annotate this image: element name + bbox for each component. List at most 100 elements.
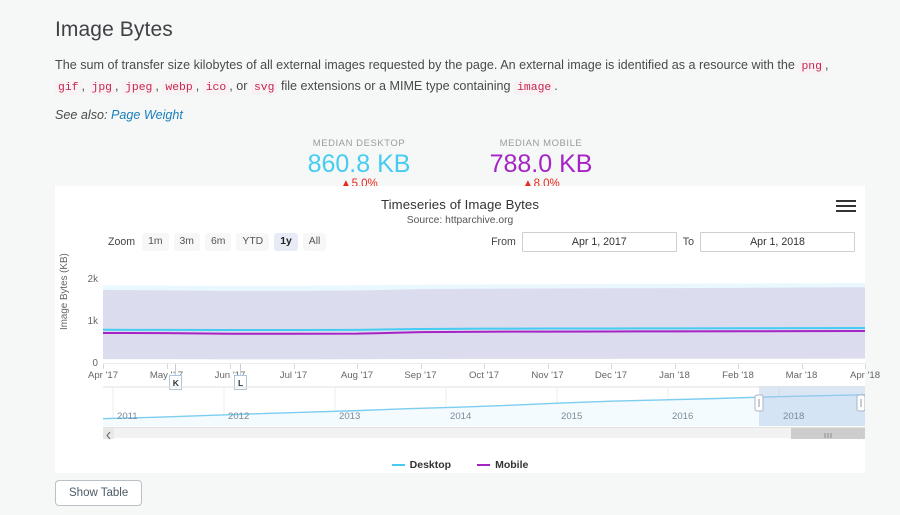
legend-item-desktop[interactable]: Desktop <box>391 459 451 471</box>
description-text: , <box>115 79 123 93</box>
x-tick-mark <box>230 364 231 369</box>
page-description: The sum of transfer size kilobytes of al… <box>55 56 848 98</box>
description-text: , <box>81 79 89 93</box>
zoom-button-all[interactable]: All <box>302 233 327 251</box>
hamburger-bar <box>836 210 856 212</box>
navigator-year-label: 2018 <box>783 411 805 422</box>
to-label: To <box>682 236 694 248</box>
zoom-button-ytd[interactable]: YTD <box>236 233 270 251</box>
x-tick-mark <box>420 364 422 369</box>
show-table-button[interactable]: Show Table <box>55 480 143 506</box>
page-title: Image Bytes <box>55 18 173 41</box>
y-tick-label: 0 <box>92 358 98 369</box>
navigator-selected-range[interactable] <box>759 386 865 426</box>
code-token: webp <box>162 81 196 95</box>
x-tick-label: Dec '17 <box>594 370 628 381</box>
stat-label: MEDIAN MOBILE <box>499 138 583 149</box>
x-tick-mark <box>611 364 612 369</box>
x-tick-mark <box>357 364 358 369</box>
stat-desktop: MEDIAN DESKTOP 860.8 KB ▲5.0% <box>284 138 434 190</box>
description-text: , <box>824 58 829 72</box>
stat-value: 788.0 KB <box>489 150 593 178</box>
scroll-left-arrow[interactable] <box>103 428 114 440</box>
legend-item-mobile[interactable]: Mobile <box>477 459 528 471</box>
zoom-button-6m[interactable]: 6m <box>204 233 232 251</box>
x-tick-mark <box>865 364 866 369</box>
zoom-button-1y[interactable]: 1y <box>274 233 298 251</box>
navigator-chart[interactable] <box>103 386 865 426</box>
x-tick-label: Mar '18 <box>785 370 818 381</box>
stat-value: 860.8 KB <box>307 150 411 178</box>
code-token: image <box>514 81 555 95</box>
range-band-mobile <box>103 287 865 360</box>
code-token: jpg <box>88 81 116 95</box>
chart-card: Timeseries of Image Bytes Source: httpar… <box>55 186 880 473</box>
date-range-inputs: From To <box>491 232 855 252</box>
x-tick-mark <box>166 364 168 369</box>
x-tick-label: Aug '17 <box>340 370 374 381</box>
legend-swatch <box>477 464 491 466</box>
navigator-year-label: 2015 <box>561 411 583 422</box>
y-axis-ticks: 0 1k 2k <box>55 264 103 369</box>
description-text: . <box>554 79 558 93</box>
code-token: gif <box>55 81 82 95</box>
description-text: , or <box>229 79 251 93</box>
see-also-label: See also: <box>55 108 108 122</box>
timeseries-plot[interactable] <box>103 272 865 364</box>
stat-label: MEDIAN DESKTOP <box>312 138 406 149</box>
x-tick-mark <box>103 364 104 369</box>
range-selector-bar: Zoom 1m3m6mYTD1yAll From To <box>55 230 865 256</box>
page-header: Image Bytes The sum of transfer size kil… <box>0 0 900 122</box>
zoom-button-1m[interactable]: 1m <box>142 233 169 251</box>
zoom-button-3m[interactable]: 3m <box>173 233 200 251</box>
x-tick-mark <box>484 364 485 369</box>
hamburger-menu-icon[interactable] <box>836 197 856 213</box>
navigator-handle-left[interactable] <box>754 394 764 412</box>
see-also-link-page-weight[interactable]: Page Weight <box>111 108 183 122</box>
x-tick-mark <box>547 364 549 369</box>
x-tick-label: Apr '18 <box>849 370 881 381</box>
hamburger-bar <box>836 200 856 202</box>
chart-legend: Desktop Mobile <box>55 459 865 471</box>
from-date-input[interactable] <box>521 232 677 252</box>
navigator-year-label: 2011 <box>117 411 138 422</box>
code-token: ico <box>202 81 230 95</box>
x-tick-label: Jul '17 <box>279 370 308 381</box>
from-label: From <box>491 236 516 248</box>
x-tick-mark <box>801 364 803 369</box>
code-token: svg <box>250 81 278 95</box>
scroll-thumb[interactable] <box>791 428 865 439</box>
chart-subtitle: Source: httparchive.org <box>406 215 514 226</box>
zoom-button-group: Zoom 1m 3m 6m YTD 1y All <box>108 233 327 251</box>
see-also-line: See also: Page Weight <box>55 108 848 122</box>
to-date-input[interactable] <box>700 232 855 252</box>
x-tick-label: Apr '17 <box>87 370 119 381</box>
x-tick-label: Nov '17 <box>531 370 564 381</box>
stat-mobile: MEDIAN MOBILE 788.0 KB ▲8.0% <box>466 138 616 190</box>
plot-area: Image Bytes (KB) 0 1k 2k Apr '17 May '17 Jun… <box>55 253 880 464</box>
description-text: The sum of transfer size kilobytes of al… <box>55 58 799 72</box>
y-tick-label: 1k <box>87 316 98 328</box>
legend-label: Mobile <box>495 459 529 471</box>
x-tick-label: Oct '17 <box>468 370 500 381</box>
navigator-year-label: 2014 <box>450 411 472 422</box>
navigator-handle-right[interactable] <box>856 394 865 412</box>
code-token: png <box>798 60 825 74</box>
navigator-year-label: 2016 <box>672 411 694 422</box>
summary-stats: MEDIAN DESKTOP 860.8 KB ▲5.0% MEDIAN MOBILE… <box>0 138 900 190</box>
description-text: file extensions or a MIME type containin… <box>277 79 515 93</box>
hamburger-bar <box>836 205 856 207</box>
x-tick-mark <box>738 364 739 369</box>
navigator-area <box>103 394 865 426</box>
zoom-label: Zoom <box>108 236 136 248</box>
x-tick-mark <box>674 364 676 369</box>
x-tick-label: Feb '18 <box>722 370 754 381</box>
navigator-year-label: 2013 <box>339 411 361 422</box>
code-token: jpeg <box>122 81 156 95</box>
y-tick-label: 2k <box>87 274 98 286</box>
description-text: , <box>195 79 203 93</box>
x-tick-label: Sep '17 <box>404 370 437 381</box>
navigator-year-label: 2012 <box>228 411 250 422</box>
navigator-scrollbar[interactable] <box>103 427 865 440</box>
x-tick-label: Jan '18 <box>659 370 690 381</box>
